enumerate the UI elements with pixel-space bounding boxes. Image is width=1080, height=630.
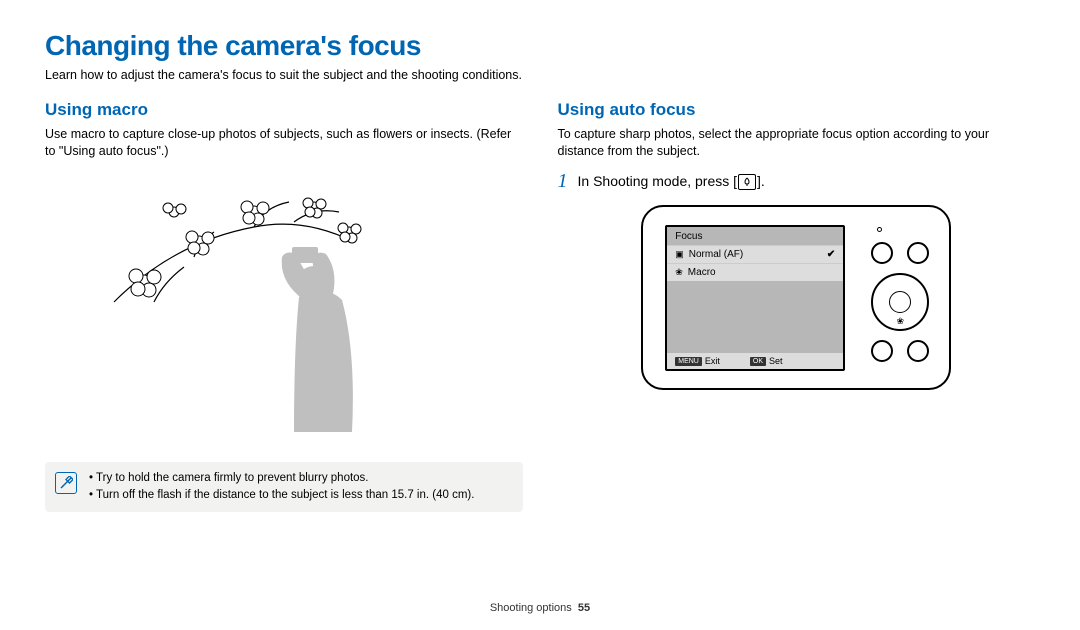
camera-button-top-left: [871, 242, 893, 264]
step-1-text: In Shooting mode, press [].: [578, 173, 765, 190]
af-icon: ▣: [675, 250, 684, 259]
autofocus-body: To capture sharp photos, select the appr…: [558, 126, 1036, 160]
menu-badge: MENU: [675, 357, 702, 366]
screen-row1-label: Normal (AF): [689, 249, 743, 260]
screen-title: Focus: [667, 227, 843, 245]
camera-button-bottom-left: [871, 340, 893, 362]
camera-led: [877, 227, 882, 232]
camera-screen: Focus ▣ Normal (AF) ✔ ❀ Macro MENUExit O…: [665, 225, 845, 371]
camera-button-top-right: [907, 242, 929, 264]
camera-diagram: Focus ▣ Normal (AF) ✔ ❀ Macro MENUExit O…: [558, 205, 1036, 390]
note-list: Try to hold the camera firmly to prevent…: [89, 470, 474, 505]
set-label: Set: [769, 356, 783, 366]
footer-page-number: 55: [578, 602, 590, 614]
footer-section: Shooting options: [490, 602, 572, 614]
page-intro: Learn how to adjust the camera's focus t…: [45, 68, 1035, 82]
camera-button-bottom-right: [907, 340, 929, 362]
dpad-down-macro-icon: ❀: [896, 317, 904, 326]
camera-body: Focus ▣ Normal (AF) ✔ ❀ Macro MENUExit O…: [641, 205, 951, 390]
left-column: Using macro Use macro to capture close-u…: [45, 100, 523, 512]
step-1: 1 In Shooting mode, press [].: [558, 170, 1036, 193]
step-1-pre: In Shooting mode, press [: [578, 173, 738, 189]
macro-illustration: [104, 172, 464, 442]
page-footer: Shooting options 55: [0, 602, 1080, 614]
screen-footer-exit: MENUExit: [675, 356, 720, 366]
note-icon: [55, 472, 77, 494]
check-icon: ✔: [827, 249, 835, 260]
screen-row-normal-af: ▣ Normal (AF) ✔: [667, 245, 843, 263]
screen-footer-set: OKSet: [750, 356, 783, 366]
macro-button-icon: [738, 174, 756, 190]
exit-label: Exit: [705, 356, 720, 366]
macro-heading: Using macro: [45, 100, 523, 120]
step-1-post: ].: [757, 173, 765, 189]
note-item-2: Turn off the flash if the distance to th…: [89, 487, 474, 504]
page-title: Changing the camera's focus: [45, 30, 1035, 62]
right-column: Using auto focus To capture sharp photos…: [558, 100, 1036, 512]
content-columns: Using macro Use macro to capture close-u…: [45, 100, 1035, 512]
note-item-1: Try to hold the camera firmly to prevent…: [89, 470, 474, 487]
screen-row2-label: Macro: [688, 267, 716, 278]
ok-badge: OK: [750, 357, 766, 366]
screen-footer: MENUExit OKSet: [667, 353, 843, 369]
step-number-1: 1: [558, 170, 568, 193]
screen-row-macro: ❀ Macro: [667, 263, 843, 281]
macro-body: Use macro to capture close-up photos of …: [45, 126, 523, 160]
autofocus-heading: Using auto focus: [558, 100, 1036, 120]
camera-dpad: ❀: [871, 273, 929, 331]
note-box: Try to hold the camera firmly to prevent…: [45, 462, 523, 513]
macro-icon: ❀: [675, 268, 683, 277]
